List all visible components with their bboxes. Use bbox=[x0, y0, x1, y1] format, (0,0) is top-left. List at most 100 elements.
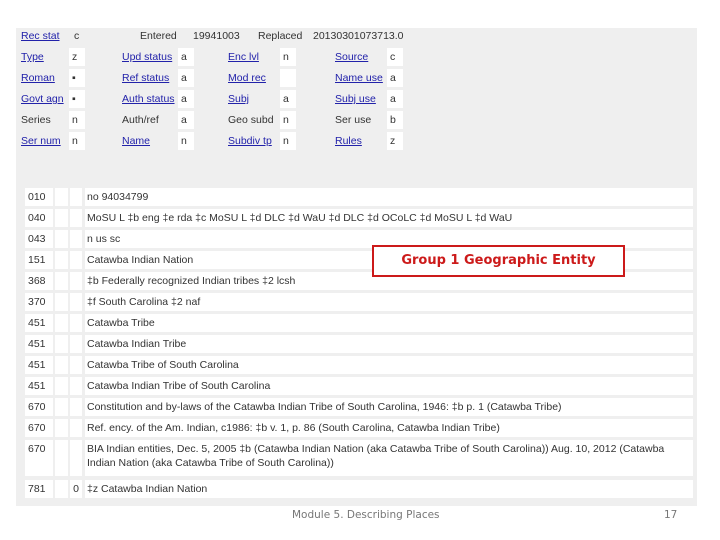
indicator-1 bbox=[55, 293, 68, 311]
indicator-1 bbox=[55, 480, 68, 498]
footer-title: Module 5. Describing Places bbox=[292, 509, 440, 521]
indicator-2 bbox=[70, 419, 82, 437]
fixed-field-label: Ser use bbox=[335, 114, 372, 126]
field-tag: 151 bbox=[25, 251, 53, 269]
indicator-1 bbox=[55, 188, 68, 206]
entered-value: 19941003 bbox=[193, 30, 240, 42]
group-annotation-box: Group 1 Geographic Entity bbox=[372, 245, 625, 277]
indicator-2 bbox=[70, 335, 82, 353]
fixed-field-label: Series bbox=[21, 114, 51, 126]
indicator-2 bbox=[70, 314, 82, 332]
replaced-value: 20130301073713.0 bbox=[313, 30, 404, 42]
indicator-1 bbox=[55, 377, 68, 395]
indicator-2 bbox=[70, 251, 82, 269]
indicator-1 bbox=[55, 356, 68, 374]
indicator-2 bbox=[70, 188, 82, 206]
field-tag: 670 bbox=[25, 440, 53, 476]
fixed-field-value: z bbox=[387, 132, 403, 150]
field-data: ‡z Catawba Indian Nation bbox=[85, 480, 693, 498]
indicator-2 bbox=[70, 230, 82, 248]
fixed-field-label: Auth/ref bbox=[122, 114, 159, 126]
fixed-field-label[interactable]: Name bbox=[122, 132, 150, 150]
indicator-2 bbox=[70, 293, 82, 311]
fixed-field-label[interactable]: Mod rec bbox=[228, 69, 266, 87]
indicator-2 bbox=[70, 272, 82, 290]
fixed-field-label[interactable]: Subdiv tp bbox=[228, 132, 272, 150]
indicator-1 bbox=[55, 272, 68, 290]
field-data: Constitution and by-laws of the Catawba … bbox=[85, 398, 693, 416]
rec-stat-link[interactable]: Rec stat bbox=[21, 27, 60, 45]
fixed-field-value: ▪ bbox=[69, 69, 85, 87]
fixed-field-label: Geo subd bbox=[228, 114, 274, 126]
fixed-field-value: c bbox=[387, 48, 403, 66]
indicator-2 bbox=[70, 398, 82, 416]
indicator-2 bbox=[70, 209, 82, 227]
indicator-2 bbox=[70, 356, 82, 374]
field-tag: 370 bbox=[25, 293, 53, 311]
field-tag: 451 bbox=[25, 335, 53, 353]
fixed-field-value: n bbox=[69, 111, 85, 129]
field-tag: 010 bbox=[25, 188, 53, 206]
field-data: Catawba Tribe of South Carolina bbox=[85, 356, 693, 374]
fixed-field-value: n bbox=[280, 132, 296, 150]
fixed-field-label[interactable]: Source bbox=[335, 48, 368, 66]
fixed-field-value: a bbox=[178, 69, 194, 87]
page-number: 17 bbox=[664, 509, 678, 521]
field-data: MoSU L ‡b eng ‡e rda ‡c MoSU L ‡d DLC ‡d… bbox=[85, 209, 693, 227]
fixed-field-value: a bbox=[178, 90, 194, 108]
rec-stat-value: c bbox=[74, 30, 80, 42]
field-data: Catawba Indian Tribe bbox=[85, 335, 693, 353]
fixed-field-label[interactable]: Enc lvl bbox=[228, 48, 259, 66]
field-tag: 781 bbox=[25, 480, 53, 498]
fixed-field-label[interactable]: Auth status bbox=[122, 90, 175, 108]
fixed-field-value: a bbox=[280, 90, 296, 108]
fixed-field-value bbox=[280, 69, 296, 87]
indicator-1 bbox=[55, 251, 68, 269]
indicator-1 bbox=[55, 440, 68, 476]
entered-label: Entered bbox=[140, 30, 177, 42]
fixed-field-label[interactable]: Subj use bbox=[335, 90, 376, 108]
field-tag: 451 bbox=[25, 377, 53, 395]
indicator-1 bbox=[55, 209, 68, 227]
field-data: BIA Indian entities, Dec. 5, 2005 ‡b (Ca… bbox=[85, 440, 693, 476]
field-tag: 670 bbox=[25, 419, 53, 437]
field-data: Catawba Tribe bbox=[85, 314, 693, 332]
fixed-field-value: n bbox=[178, 132, 194, 150]
fixed-field-value: a bbox=[387, 90, 403, 108]
indicator-1 bbox=[55, 335, 68, 353]
fixed-field-value: z bbox=[69, 48, 85, 66]
replaced-label: Replaced bbox=[258, 30, 303, 42]
fixed-field-label[interactable]: Name use bbox=[335, 69, 383, 87]
fixed-field-label[interactable]: Roman bbox=[21, 69, 55, 87]
indicator-2 bbox=[70, 440, 82, 476]
indicator-2: 0 bbox=[70, 480, 82, 498]
fixed-field-label[interactable]: Subj bbox=[228, 90, 249, 108]
indicator-1 bbox=[55, 419, 68, 437]
fixed-field-label[interactable]: Upd status bbox=[122, 48, 172, 66]
fixed-field-label[interactable]: Govt agn bbox=[21, 90, 64, 108]
fixed-field-value: n bbox=[69, 132, 85, 150]
field-tag: 043 bbox=[25, 230, 53, 248]
field-tag: 451 bbox=[25, 356, 53, 374]
field-tag: 670 bbox=[25, 398, 53, 416]
field-data: no 94034799 bbox=[85, 188, 693, 206]
field-data: Ref. ency. of the Am. Indian, c1986: ‡b … bbox=[85, 419, 693, 437]
indicator-2 bbox=[70, 377, 82, 395]
fixed-field-label[interactable]: Ser num bbox=[21, 132, 61, 150]
fixed-field-value: a bbox=[387, 69, 403, 87]
field-tag: 040 bbox=[25, 209, 53, 227]
fixed-field-label[interactable]: Rules bbox=[335, 132, 362, 150]
field-data: ‡f South Carolina ‡2 naf bbox=[85, 293, 693, 311]
indicator-1 bbox=[55, 230, 68, 248]
field-data: Catawba Indian Tribe of South Carolina bbox=[85, 377, 693, 395]
field-tag: 368 bbox=[25, 272, 53, 290]
fixed-field-value: ▪ bbox=[69, 90, 85, 108]
fixed-field-label[interactable]: Ref status bbox=[122, 69, 169, 87]
fixed-field-value: n bbox=[280, 48, 296, 66]
fixed-field-value: b bbox=[387, 111, 403, 129]
fixed-field-label[interactable]: Type bbox=[21, 48, 44, 66]
indicator-1 bbox=[55, 314, 68, 332]
fixed-field-value: a bbox=[178, 48, 194, 66]
indicator-1 bbox=[55, 398, 68, 416]
fixed-field-value: n bbox=[280, 111, 296, 129]
